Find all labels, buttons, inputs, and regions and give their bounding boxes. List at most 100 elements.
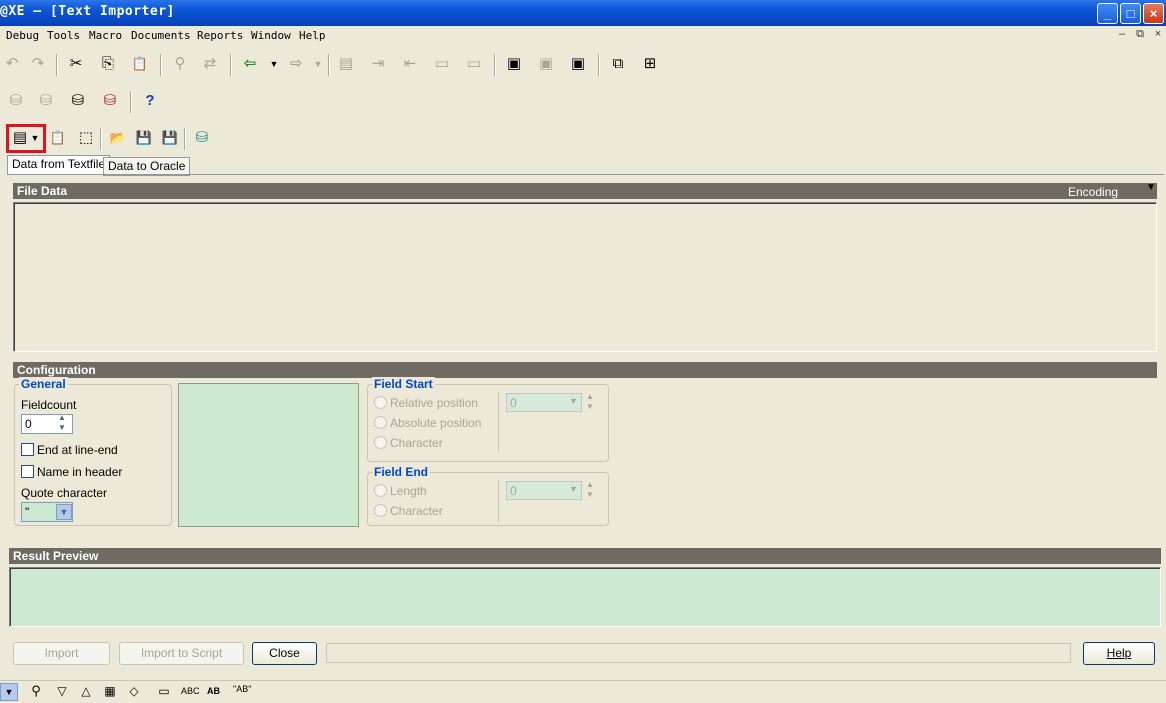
- mdi-close-button[interactable]: ×: [1150, 28, 1166, 43]
- import-dropdown-icon[interactable]: ▼: [262, 52, 286, 76]
- end-character-label[interactable]: Character: [390, 504, 443, 518]
- database-icon[interactable]: ⛁: [190, 126, 214, 150]
- encoding-label[interactable]: Encoding: [1068, 185, 1118, 199]
- quoted-search-toggle[interactable]: "AB": [233, 677, 251, 701]
- tile-windows-icon[interactable]: ⊞: [638, 52, 662, 76]
- disconnect-db-icon[interactable]: ⛁: [98, 89, 122, 113]
- name-in-header-checkbox[interactable]: [21, 465, 34, 478]
- uncomment-icon[interactable]: ▭: [462, 52, 486, 76]
- eraser-icon[interactable]: ◇: [122, 679, 146, 703]
- menu-window[interactable]: Window: [251, 29, 291, 42]
- menu-macro[interactable]: Macro: [89, 29, 122, 42]
- paste-icon[interactable]: 📋: [128, 52, 152, 76]
- cut-icon[interactable]: ✂: [64, 52, 88, 76]
- help-icon[interactable]: ?: [138, 89, 162, 113]
- export-icon[interactable]: ⇨: [284, 52, 308, 76]
- regex-toggle[interactable]: AB: [207, 679, 220, 703]
- highlight-all-icon[interactable]: ▦: [98, 679, 122, 703]
- field-start-value[interactable]: 0: [510, 396, 517, 410]
- run-script-icon[interactable]: ▣: [502, 52, 526, 76]
- mdi-minimize-button[interactable]: –: [1114, 28, 1130, 43]
- field-end-down-icon[interactable]: ▼: [586, 490, 594, 499]
- import-to-script-button[interactable]: Import to Script: [119, 642, 244, 665]
- result-preview-header: Result Preview: [9, 548, 1161, 564]
- quote-character-value[interactable]: ": [25, 505, 29, 519]
- find-icon[interactable]: ⚲: [168, 52, 192, 76]
- close-button[interactable]: Close: [252, 642, 317, 665]
- match-case-toggle[interactable]: ABC: [181, 679, 200, 703]
- field-start-up-icon[interactable]: ▲: [586, 392, 594, 401]
- copy-icon[interactable]: ⎘: [96, 52, 120, 76]
- field-start-value-select[interactable]: 0 ▼: [506, 393, 582, 412]
- field-start-down-icon[interactable]: ▼: [586, 402, 594, 411]
- find-next-icon[interactable]: ▽: [50, 679, 74, 703]
- minimize-button[interactable]: _: [1097, 3, 1118, 24]
- connect-db-icon[interactable]: ⛁: [4, 89, 28, 113]
- fieldcount-value[interactable]: 0: [25, 417, 32, 431]
- clear-data-icon[interactable]: ⬚: [74, 126, 98, 150]
- menu-help[interactable]: Help: [299, 29, 326, 42]
- sql-icon[interactable]: ⛁: [34, 89, 58, 113]
- end-character-radio[interactable]: [374, 504, 387, 517]
- absolute-position-radio[interactable]: [374, 416, 387, 429]
- length-label[interactable]: Length: [390, 484, 427, 498]
- spin-up-icon[interactable]: ▲: [58, 413, 66, 422]
- absolute-position-label[interactable]: Absolute position: [390, 416, 481, 430]
- field-end-up-icon[interactable]: ▲: [586, 480, 594, 489]
- mdi-restore-button[interactable]: ⧉: [1132, 28, 1148, 43]
- file-data-area[interactable]: [13, 202, 1157, 352]
- quote-dropdown-icon[interactable]: ▼: [56, 504, 72, 520]
- redo-icon[interactable]: ↷: [26, 52, 50, 76]
- save-as-config-icon[interactable]: 💾: [158, 126, 182, 150]
- import-icon[interactable]: ⇦: [238, 52, 262, 76]
- cascade-windows-icon[interactable]: ⧉: [606, 52, 630, 76]
- menu-debug[interactable]: Debug: [6, 29, 39, 42]
- field-list-panel[interactable]: [178, 383, 359, 527]
- start-character-radio[interactable]: [374, 436, 387, 449]
- bottom-toolbar: ▼ ⚲ ▽ △ ▦ ◇ ▭ ABC AB "AB": [0, 680, 1166, 703]
- close-window-button[interactable]: ×: [1143, 3, 1164, 24]
- explain-icon[interactable]: ▣: [566, 52, 590, 76]
- whole-word-icon[interactable]: ▭: [152, 679, 176, 703]
- export-dropdown-icon[interactable]: ▼: [306, 52, 330, 76]
- name-in-header-label[interactable]: Name in header: [37, 465, 122, 479]
- import-button[interactable]: Import: [13, 642, 110, 665]
- toolbar-separator: [184, 128, 186, 150]
- outdent-icon[interactable]: ⇤: [398, 52, 422, 76]
- find-previous-icon[interactable]: △: [74, 679, 98, 703]
- end-at-line-end-checkbox[interactable]: [21, 443, 34, 456]
- menu-reports[interactable]: Reports: [197, 29, 243, 42]
- end-at-line-end-label[interactable]: End at line-end: [37, 443, 118, 457]
- length-radio[interactable]: [374, 484, 387, 497]
- maximize-button[interactable]: □: [1120, 3, 1141, 24]
- field-end-value-select[interactable]: 0 ▼: [506, 481, 582, 500]
- save-config-icon[interactable]: 💾: [132, 126, 156, 150]
- bottom-dropdown-icon[interactable]: ▼: [0, 683, 18, 701]
- relative-position-radio[interactable]: [374, 396, 387, 409]
- db-toolbar: ⛁ ⛁ ⛁ ⛁ ?: [0, 89, 200, 115]
- field-start-dropdown-icon[interactable]: ▼: [569, 396, 578, 406]
- binoculars-icon[interactable]: ⚲: [24, 679, 48, 703]
- undo-icon[interactable]: ↶: [0, 52, 24, 76]
- quote-character-select[interactable]: " ▼: [21, 502, 73, 522]
- tab-data-from-textfile[interactable]: Data from Textfile: [7, 155, 111, 175]
- replace-icon[interactable]: ⇄: [198, 52, 222, 76]
- field-end-value[interactable]: 0: [510, 484, 517, 498]
- field-end-dropdown-icon[interactable]: ▼: [569, 484, 578, 494]
- fieldcount-stepper[interactable]: 0 ▲ ▼: [21, 413, 73, 434]
- indent-icon[interactable]: ⇥: [366, 52, 390, 76]
- encoding-dropdown-icon[interactable]: ▼: [1146, 182, 1156, 193]
- session-icon[interactable]: ⛁: [66, 89, 90, 113]
- start-character-label[interactable]: Character: [390, 436, 443, 450]
- paste-data-icon[interactable]: 📋: [46, 126, 70, 150]
- format-icon[interactable]: ▤: [334, 52, 358, 76]
- menu-documents[interactable]: Documents: [131, 29, 191, 42]
- menu-tools[interactable]: Tools: [47, 29, 80, 42]
- relative-position-label[interactable]: Relative position: [390, 396, 478, 410]
- open-config-icon[interactable]: 📂: [106, 126, 130, 150]
- run-step-icon[interactable]: ▣: [534, 52, 558, 76]
- help-button[interactable]: Help: [1083, 642, 1155, 665]
- spin-down-icon[interactable]: ▼: [58, 423, 66, 432]
- comment-icon[interactable]: ▭: [430, 52, 454, 76]
- result-preview-area[interactable]: [9, 567, 1161, 627]
